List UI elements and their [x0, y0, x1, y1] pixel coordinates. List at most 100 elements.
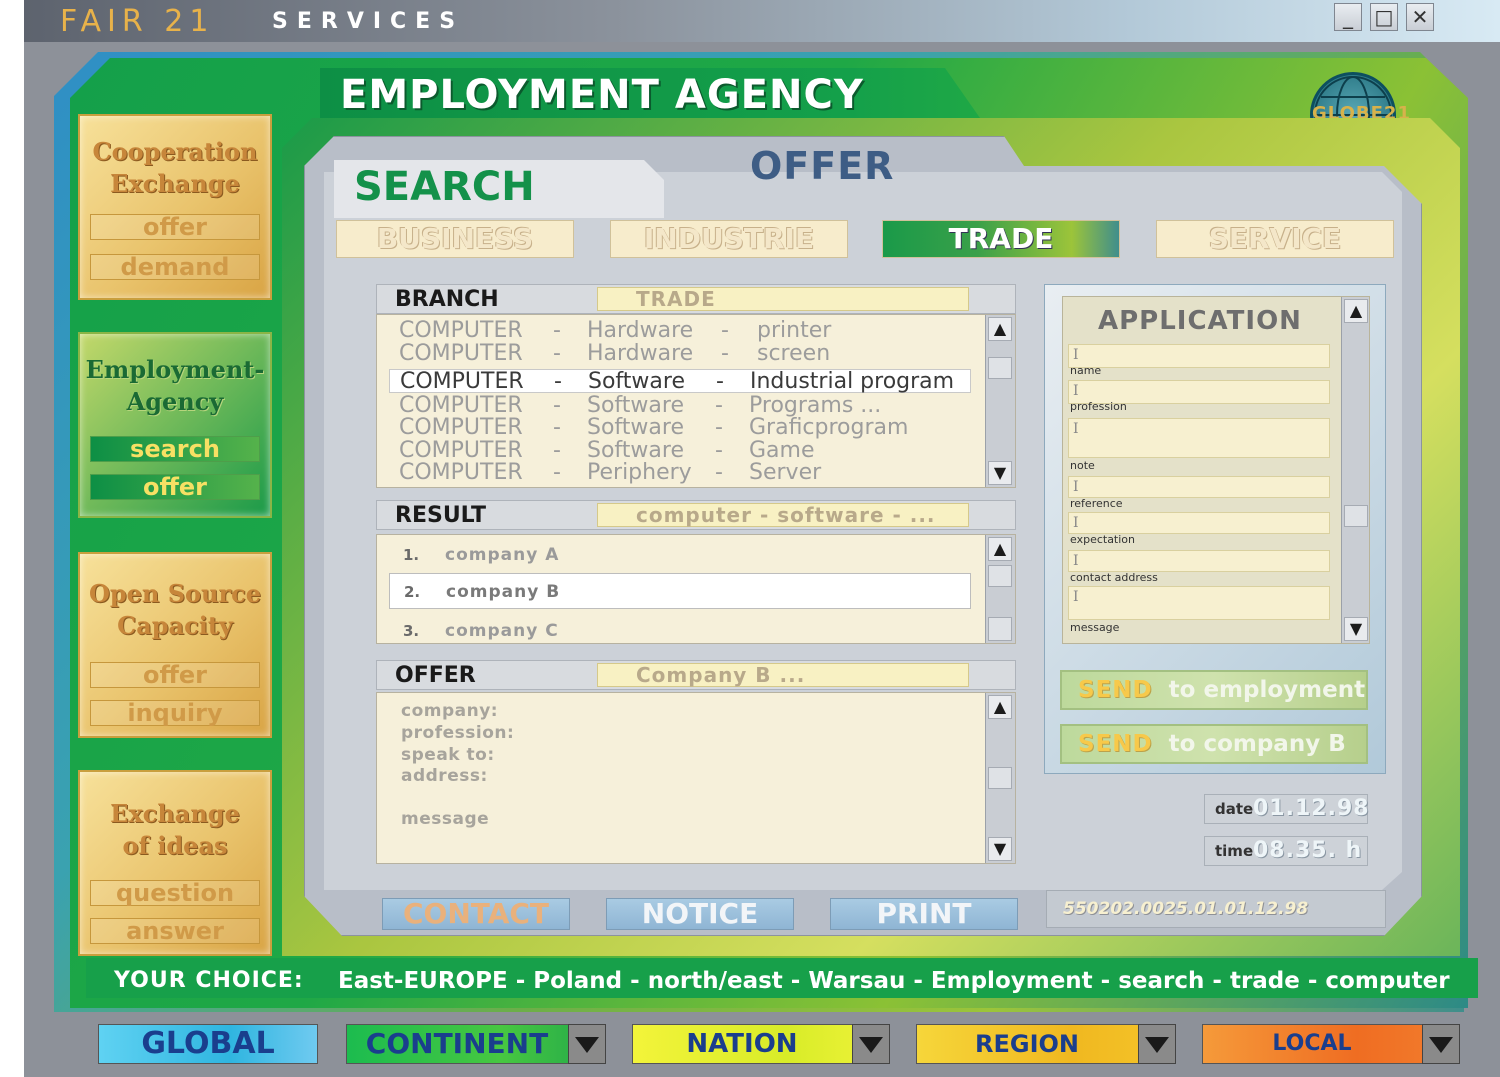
table-row-selected[interactable]: 2. company B [389, 573, 971, 609]
level-global-button[interactable]: GLOBAL [98, 1024, 318, 1064]
application-title: APPLICATION [1098, 306, 1302, 336]
sidebar-link-answer[interactable]: answer [90, 918, 260, 944]
sidebar-link-offer[interactable]: offer [90, 474, 260, 500]
scroll-up-icon[interactable]: ▲ [1344, 299, 1368, 323]
sidebar-title: Open Source [88, 579, 262, 608]
message-field[interactable]: I [1068, 586, 1330, 620]
profession-label: profession [1070, 400, 1127, 413]
scroll-thumb[interactable] [1344, 505, 1368, 527]
search-label: SEARCH [354, 164, 535, 210]
contact-button[interactable]: CONTACT [382, 898, 570, 930]
tab-business[interactable]: BUSINESS [336, 220, 574, 258]
level-label: REGION [975, 1030, 1079, 1058]
contact-address-field[interactable]: I [1068, 550, 1330, 572]
level-nation-button[interactable]: NATION [632, 1024, 890, 1064]
expectation-field[interactable]: I [1068, 512, 1330, 534]
level-continent-button[interactable]: CONTINENT [346, 1024, 606, 1064]
sidebar-title: Capacity [117, 611, 233, 640]
row-company: company A [445, 545, 560, 565]
text-cursor-icon: I [1073, 515, 1079, 531]
reference-label: reference [1070, 497, 1123, 510]
send-to-company-button[interactable]: SEND to company B [1060, 724, 1368, 764]
list-item-selected[interactable]: COMPUTER - Software - Industrial program [389, 369, 971, 394]
row-company: company C [445, 621, 559, 641]
chevron-down-icon[interactable] [852, 1024, 890, 1064]
sidebar-open-source-capacity: Open Source Capacity offer inquiry [78, 552, 272, 738]
close-button[interactable]: ✕ [1406, 3, 1434, 31]
note-field[interactable]: I [1068, 418, 1330, 458]
send-to-employment-button[interactable]: SEND to employment [1060, 670, 1368, 710]
branch-list: COMPUTER - Hardware - printer COMPUTER - Hardw… [376, 314, 1016, 488]
reference-field[interactable]: I [1068, 476, 1330, 498]
scroll-up-icon[interactable]: ▲ [988, 317, 1012, 341]
minimize-button[interactable]: _ [1334, 3, 1362, 31]
scroll-thumb[interactable] [988, 357, 1012, 379]
sidebar-link-offer[interactable]: offer [90, 214, 260, 240]
scroll-down-icon[interactable]: ▼ [1344, 617, 1368, 641]
print-button[interactable]: PRINT [830, 898, 1018, 930]
offer-scrollbar[interactable]: ▲ ▼ [985, 693, 1015, 863]
sidebar-link-demand[interactable]: demand [90, 254, 260, 280]
level-label: CONTINENT [365, 1027, 549, 1060]
name-field[interactable]: I [1068, 344, 1330, 368]
chevron-down-icon[interactable] [1422, 1024, 1460, 1064]
level-label: LOCAL [1272, 1031, 1352, 1056]
brand-subtitle: SERVICES [272, 9, 465, 34]
sidebar-employment-agency: Employment- Agency search offer [78, 332, 272, 518]
sidebar-title: Cooperation [92, 137, 258, 166]
application-scrollbar[interactable]: ▲ ▼ [1341, 297, 1369, 643]
offer-tab-label[interactable]: OFFER [750, 144, 894, 188]
sidebar-link-question[interactable]: question [90, 880, 260, 906]
chevron-down-icon[interactable] [1138, 1024, 1176, 1064]
sidebar-title: Exchange [110, 799, 240, 828]
result-scrollbar[interactable]: ▲ [985, 535, 1015, 643]
serial-number: 550202.0025.01.01.12.98 [1046, 890, 1386, 928]
time-label: time [1215, 842, 1254, 860]
scroll-thumb[interactable] [988, 565, 1012, 587]
result-value: computer - software - ... [597, 503, 969, 527]
text-cursor-icon: I [1073, 383, 1079, 399]
maximize-button[interactable]: □ [1370, 3, 1398, 31]
offer-details: company: profession: speak to: address: … [376, 692, 1016, 864]
scroll-down-icon[interactable]: ▼ [988, 837, 1012, 861]
scroll-down-icon[interactable]: ▼ [988, 461, 1012, 485]
result-label: RESULT [395, 503, 487, 528]
result-list: 1. company A 2. company B 3. company C ▲ [376, 534, 1016, 644]
sidebar-link-search[interactable]: search [90, 436, 260, 462]
contact-address-label: contact address [1070, 571, 1158, 584]
table-row[interactable]: 1. company A [389, 537, 971, 573]
level-label: NATION [686, 1029, 798, 1059]
sidebar-link-inquiry[interactable]: inquiry [90, 700, 260, 726]
time-value: 08.35. h [1253, 838, 1363, 863]
level-local-button[interactable]: LOCAL [1202, 1024, 1460, 1064]
scroll-thumb[interactable] [988, 767, 1012, 789]
message-label: message [1070, 621, 1120, 634]
chevron-down-icon[interactable] [568, 1024, 606, 1064]
send-target: to company B [1168, 731, 1346, 757]
table-row[interactable]: 3. company C [389, 613, 971, 649]
send-label: SEND [1078, 731, 1153, 757]
scroll-down-icon[interactable] [988, 617, 1012, 641]
row-number: 2. [404, 583, 421, 601]
your-choice-path: East-EUROPE - Poland - north/east - Wars… [338, 968, 1450, 994]
offer-profession-label: profession: [401, 723, 515, 743]
notice-button[interactable]: NOTICE [606, 898, 794, 930]
text-cursor-icon: I [1073, 479, 1079, 495]
offer-company-label: company: [401, 701, 499, 721]
branch-scrollbar[interactable]: ▲ ▼ [985, 315, 1015, 487]
title-bar: FAIR 21 SERVICES _ □ ✕ [24, 0, 1500, 42]
level-region-button[interactable]: REGION [916, 1024, 1176, 1064]
tab-service[interactable]: SERVICE [1156, 220, 1394, 258]
tab-industrie[interactable]: INDUSTRIE [610, 220, 848, 258]
scroll-up-icon[interactable]: ▲ [988, 537, 1012, 561]
time-display: time 08.35. h [1204, 836, 1368, 866]
sidebar-link-offer[interactable]: offer [90, 662, 260, 688]
row-number: 1. [403, 546, 420, 564]
branch-label: BRANCH [395, 287, 499, 312]
offer-speak-to-label: speak to: [401, 745, 495, 765]
your-choice-bar: YOUR CHOICE: East-EUROPE - Poland - nort… [86, 958, 1478, 998]
tab-trade[interactable]: TRADE [882, 220, 1120, 258]
sidebar-title: Agency [126, 387, 224, 416]
scroll-up-icon[interactable]: ▲ [988, 695, 1012, 719]
offer-address-label: address: [401, 766, 488, 786]
